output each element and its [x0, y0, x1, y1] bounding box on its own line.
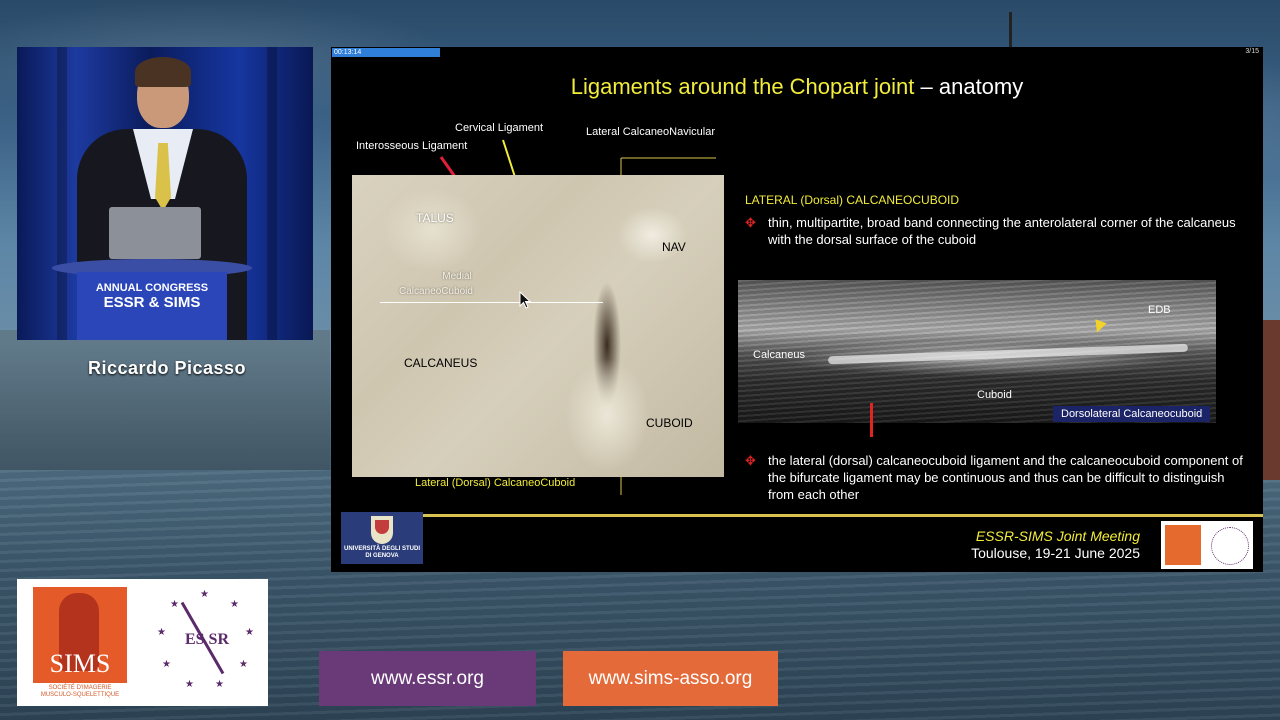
speaker-video: ANNUAL CONGRESS ESSR & SIMS — [17, 47, 313, 340]
essr-website-link[interactable]: www.essr.org — [319, 651, 536, 706]
bullet-1: ✥ thin, multipartite, broad band connect… — [745, 214, 1245, 248]
bullet-icon: ✥ — [745, 453, 756, 468]
ultrasound-image: EDB Calcaneus Cuboid — [738, 280, 1216, 423]
photo-label-talus: TALUS — [416, 211, 454, 225]
ultrasound-bone-echo — [827, 343, 1189, 365]
label-lateral-dorsal-calcaneocuboid: Lateral (Dorsal) CalcaneoCuboid — [415, 477, 576, 489]
sims-logo-text: SIMS — [49, 649, 111, 678]
photo-label-cuboid: CUBOID — [646, 416, 693, 430]
arrowhead-marker-icon — [1091, 319, 1107, 335]
slide-footer-logos — [1161, 521, 1253, 569]
bullet-2-text: the lateral (dorsal) calcaneocuboid liga… — [768, 453, 1243, 502]
curtain — [57, 47, 67, 340]
university-genova-logo: UNIVERSITÀ DEGLI STUDI DI GENOVA — [341, 512, 423, 564]
bullet-2: ✥ the lateral (dorsal) calcaneocuboid li… — [745, 452, 1245, 503]
star-icon: ★ — [239, 659, 248, 670]
university-shield-icon — [371, 516, 393, 544]
university-line1: UNIVERSITÀ DEGLI STUDI — [343, 546, 420, 552]
lectern-sign: ANNUAL CONGRESS ESSR & SIMS — [77, 282, 227, 311]
society-logos: SIMS SOCIÉTÉ D'IMAGERIE MUSCULO-SQUELETT… — [17, 579, 268, 706]
footer-divider — [423, 514, 1263, 517]
star-icon: ★ — [157, 627, 166, 638]
laptop — [109, 207, 201, 259]
presentation-slide: 00:13:14 3/15 Ligaments around the Chopa… — [331, 47, 1263, 572]
meeting-date: Toulouse, 19-21 June 2025 — [971, 545, 1140, 561]
bullet-1-text: thin, multipartite, broad band connectin… — [768, 215, 1236, 247]
essr-small-logo — [1211, 527, 1249, 565]
university-name: UNIVERSITÀ DEGLI STUDI DI GENOVA — [343, 546, 421, 560]
sims-website-link[interactable]: www.sims-asso.org — [563, 651, 778, 706]
essr-logo-text: ES SR — [184, 631, 230, 648]
star-icon: ★ — [170, 599, 179, 610]
medial-calcaneocuboid-line — [380, 302, 603, 303]
photo-label-calcaneocuboid: CalcaneoCuboid — [399, 286, 473, 297]
star-icon: ★ — [185, 679, 194, 690]
bullet-icon: ✥ — [745, 215, 756, 230]
lectern-line1: ANNUAL CONGRESS — [95, 282, 209, 294]
photo-label-medial: Medial — [442, 271, 472, 282]
red-marker-line — [870, 403, 873, 437]
us-label-dorsolateral-calcaneocuboid: Dorsolateral Calcaneocuboid — [1053, 406, 1211, 422]
university-line2: DI GENOVA — [365, 553, 399, 559]
section-title: LATERAL (Dorsal) CALCANEOCUBOID — [745, 193, 960, 207]
anatomy-photo: TALUS Medial CalcaneoCuboid NAV CALCANEU… — [352, 175, 724, 477]
photo-label-calcaneus: CALCANEUS — [404, 356, 478, 370]
sims-sub-line1: SOCIÉTÉ D'IMAGERIE — [48, 685, 112, 691]
background-bridge — [0, 330, 330, 480]
curtain — [267, 47, 277, 340]
background-tower — [1009, 12, 1012, 52]
star-icon: ★ — [215, 679, 224, 690]
background-building — [1262, 320, 1280, 480]
photo-label-nav: NAV — [662, 240, 686, 254]
sims-small-logo — [1165, 525, 1201, 565]
lectern-line2: ESSR & SIMS — [103, 293, 201, 311]
speaker-hair — [135, 57, 191, 87]
sims-logo-subtitle: SOCIÉTÉ D'IMAGERIE MUSCULO-SQUELETTIQUE — [33, 685, 127, 699]
mouse-cursor-icon — [519, 291, 532, 309]
us-label-cuboid: Cuboid — [977, 389, 1012, 401]
star-icon: ★ — [162, 659, 171, 670]
star-icon: ★ — [200, 589, 209, 600]
us-label-calcaneus: Calcaneus — [753, 349, 805, 361]
star-icon: ★ — [230, 599, 239, 610]
meeting-title: ESSR-SIMS Joint Meeting — [975, 528, 1140, 544]
sims-sub-line2: MUSCULO-SQUELETTIQUE — [40, 692, 120, 698]
speaker-name: Riccardo Picasso — [87, 358, 247, 378]
us-label-edb: EDB — [1148, 304, 1171, 316]
